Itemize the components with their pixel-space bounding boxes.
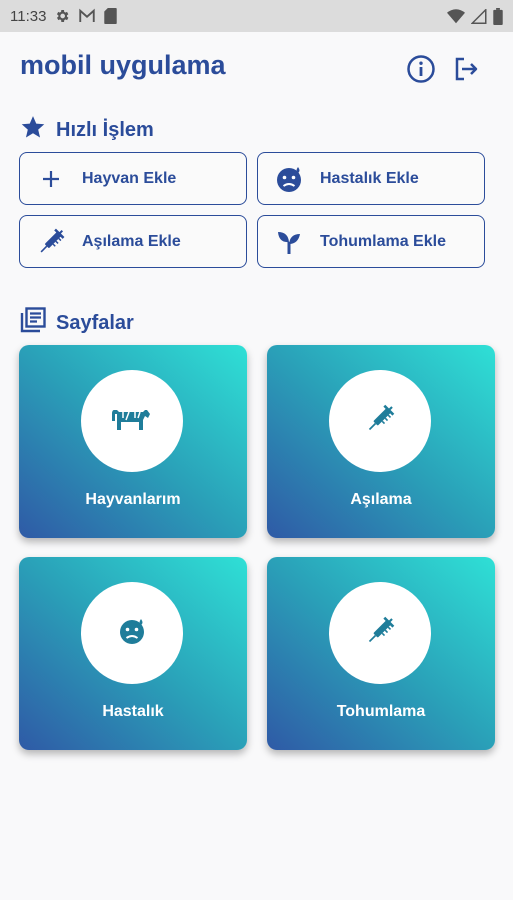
- signal-icon: [471, 8, 487, 24]
- wifi-icon: [447, 8, 465, 24]
- add-vaccination-button[interactable]: Aşılama Ekle: [19, 215, 247, 268]
- card-label: Hayvanlarım: [85, 491, 181, 508]
- quick-actions-title: Hızlı İşlem: [56, 118, 154, 141]
- card-icon-circle: [81, 370, 183, 472]
- add-animal-label: Hayvan Ekle: [82, 169, 177, 187]
- card-icon-circle: [81, 582, 183, 684]
- sd-card-icon: [104, 8, 118, 24]
- app-title: mobil uygulama: [20, 50, 226, 80]
- status-time: 11:33: [10, 7, 47, 25]
- card-disease[interactable]: Hastalık: [19, 557, 247, 750]
- card-label: Hastalık: [102, 703, 164, 720]
- battery-icon: [493, 7, 503, 25]
- sprout-icon: [258, 228, 320, 256]
- add-vaccination-label: Aşılama Ekle: [82, 232, 181, 250]
- add-insemination-label: Tohumlama Ekle: [320, 232, 446, 250]
- star-icon: [20, 114, 46, 146]
- gear-icon: [54, 8, 70, 24]
- add-disease-label: Hastalık Ekle: [320, 169, 419, 187]
- cow-icon: [111, 404, 153, 439]
- quick-actions-heading: Hızlı İşlem: [20, 114, 154, 146]
- plus-icon: [20, 169, 82, 189]
- card-icon-circle: [329, 370, 431, 472]
- status-bar: 11:33: [0, 0, 513, 32]
- add-disease-button[interactable]: Hastalık Ekle: [257, 152, 485, 205]
- library-books-icon: [20, 307, 46, 339]
- logout-icon[interactable]: [451, 54, 481, 84]
- pages-title: Sayfalar: [56, 311, 134, 334]
- syringe-icon: [363, 402, 397, 441]
- card-animals[interactable]: Hayvanlarım: [19, 345, 247, 538]
- card-label: Aşılama: [350, 491, 412, 508]
- syringe-icon: [20, 226, 82, 258]
- pages-heading: Sayfalar: [20, 307, 134, 339]
- sick-face-icon: [258, 165, 320, 193]
- info-icon[interactable]: [406, 54, 436, 84]
- gmail-icon: [78, 8, 96, 24]
- card-vaccination[interactable]: Aşılama: [267, 345, 495, 538]
- card-icon-circle: [329, 582, 431, 684]
- syringe-icon: [363, 614, 397, 653]
- card-label: Tohumlama: [336, 703, 426, 720]
- card-insemination[interactable]: Tohumlama: [267, 557, 495, 750]
- sick-face-icon: [118, 617, 146, 650]
- add-animal-button[interactable]: Hayvan Ekle: [19, 152, 247, 205]
- add-insemination-button[interactable]: Tohumlama Ekle: [257, 215, 485, 268]
